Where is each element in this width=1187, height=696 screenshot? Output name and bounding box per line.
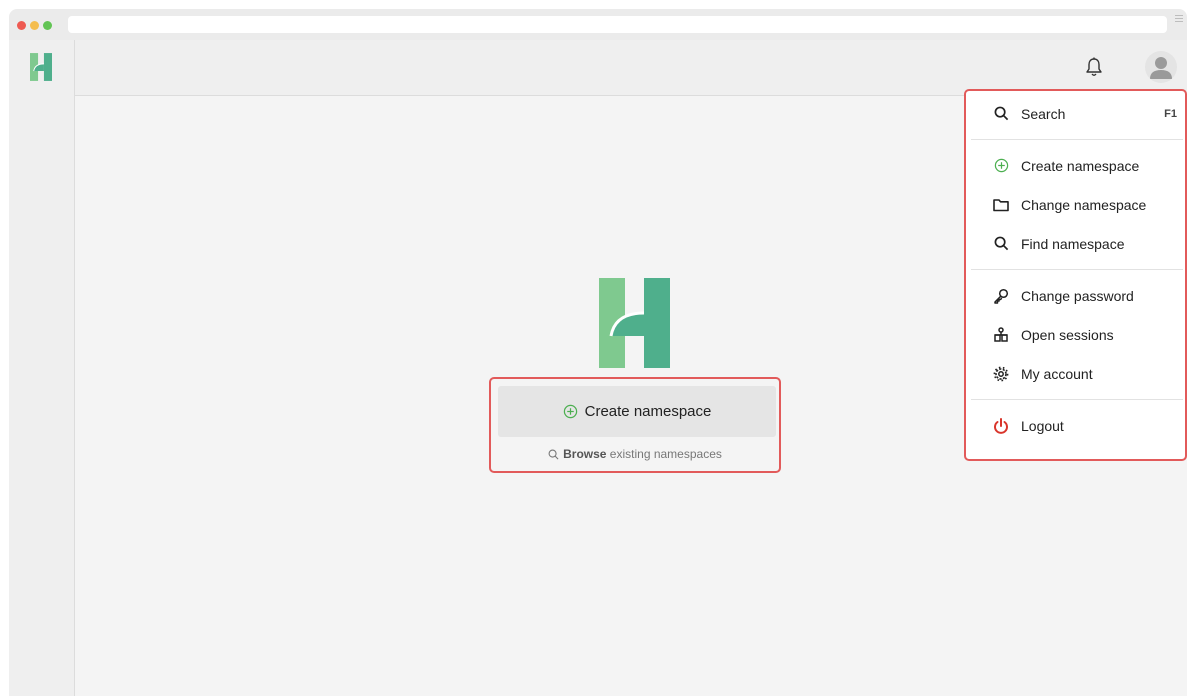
browser-menu-icon[interactable] xyxy=(1175,15,1183,24)
gear-icon xyxy=(993,366,1009,382)
sidebar xyxy=(9,40,75,696)
shortcut-key: F1 xyxy=(1164,107,1177,120)
menu-item-label: My account xyxy=(1021,365,1093,382)
search-icon xyxy=(993,236,1009,252)
browser-chrome xyxy=(9,9,1187,40)
user-avatar-icon[interactable] xyxy=(1145,51,1177,83)
user-dropdown-menu: Search F1 Create namespace Change namesp… xyxy=(964,89,1187,461)
browse-rest-label: existing namespaces xyxy=(606,447,722,461)
search-icon xyxy=(993,106,1009,122)
app-logo-icon[interactable] xyxy=(30,53,52,81)
menu-item-label: Find namespace xyxy=(1021,235,1125,252)
menu-item-change-namespace[interactable]: Change namespace xyxy=(971,185,1183,224)
folder-icon xyxy=(993,197,1009,213)
app-logo-large xyxy=(599,278,670,368)
address-bar[interactable] xyxy=(68,16,1167,33)
menu-item-label: Change password xyxy=(1021,287,1134,304)
create-namespace-label: Create namespace xyxy=(584,403,712,420)
browse-bold-label: Browse xyxy=(563,447,607,461)
plus-circle-icon xyxy=(563,404,577,419)
menu-item-logout[interactable]: Logout xyxy=(971,406,1183,445)
menu-item-create-namespace[interactable]: Create namespace xyxy=(971,146,1183,185)
menu-item-label: Change namespace xyxy=(1021,196,1147,213)
namespace-actions-box: Create namespace Browse existing namespa… xyxy=(489,377,781,473)
minimize-window-dot[interactable] xyxy=(30,21,39,30)
close-window-dot[interactable] xyxy=(17,21,26,30)
sessions-icon xyxy=(993,326,1009,343)
search-icon xyxy=(548,449,559,460)
menu-item-find-namespace[interactable]: Find namespace xyxy=(971,224,1183,263)
create-namespace-button[interactable]: Create namespace xyxy=(498,386,776,437)
menu-item-change-password[interactable]: Change password xyxy=(971,276,1183,315)
browse-namespaces-link[interactable]: Browse existing namespaces xyxy=(491,447,779,461)
menu-item-label: Create namespace xyxy=(1021,157,1140,174)
power-icon xyxy=(993,417,1009,434)
menu-divider xyxy=(971,269,1183,270)
menu-item-label: Logout xyxy=(1021,417,1064,434)
maximize-window-dot[interactable] xyxy=(43,21,52,30)
menu-item-label: Search xyxy=(1021,105,1066,122)
menu-item-label: Open sessions xyxy=(1021,326,1114,343)
menu-divider xyxy=(971,139,1183,140)
menu-item-search[interactable]: Search F1 xyxy=(971,94,1183,133)
top-bar xyxy=(9,40,1187,96)
plus-circle-icon xyxy=(993,158,1009,174)
menu-item-open-sessions[interactable]: Open sessions xyxy=(971,315,1183,354)
menu-item-my-account[interactable]: My account xyxy=(971,354,1183,393)
menu-divider xyxy=(971,399,1183,400)
key-icon xyxy=(993,288,1009,304)
bell-icon[interactable] xyxy=(1084,56,1104,78)
